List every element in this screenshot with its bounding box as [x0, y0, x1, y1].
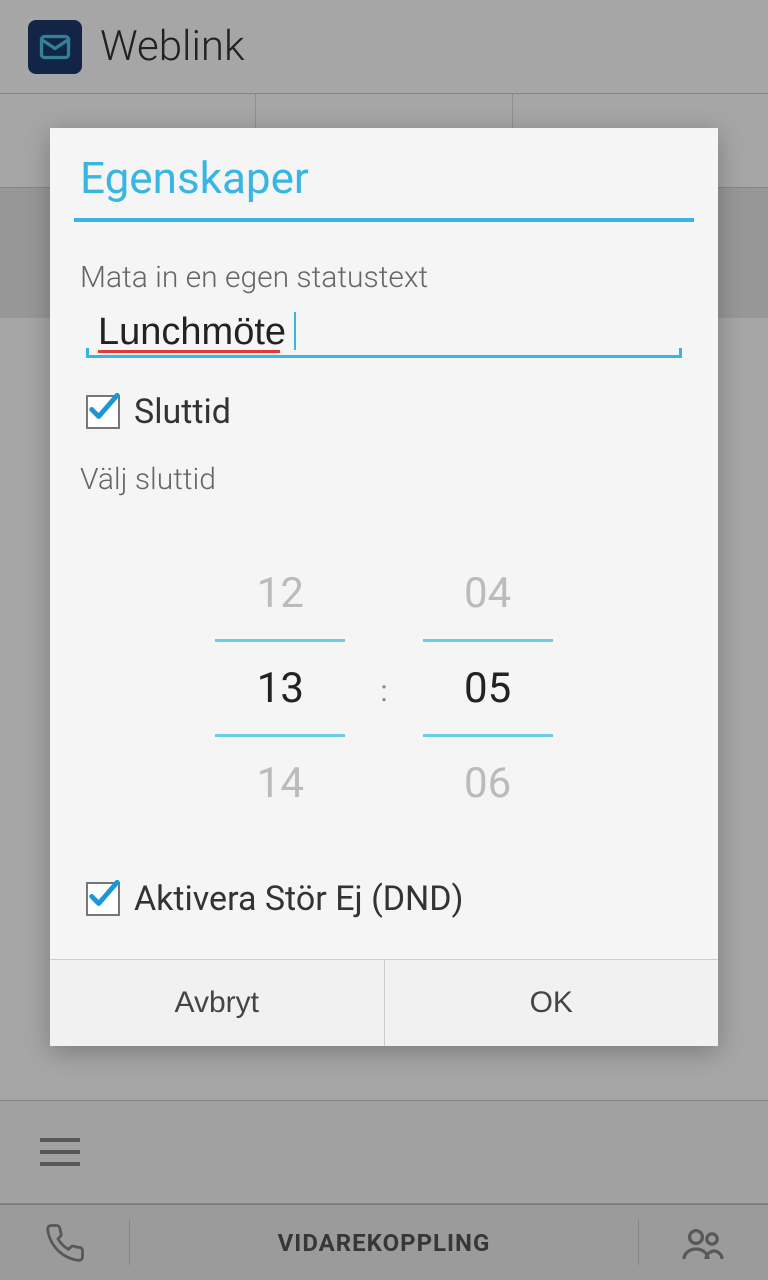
time-separator: : — [380, 668, 387, 709]
dnd-checkbox-label: Aktivera Stör Ej (DND) — [134, 879, 463, 919]
dialog-button-row: Avbryt OK — [50, 959, 718, 1046]
dialog-title: Egenskaper — [50, 128, 718, 218]
cancel-button[interactable]: Avbryt — [50, 960, 385, 1046]
wheel-divider — [423, 734, 553, 737]
minute-current[interactable]: 05 — [464, 642, 511, 734]
minute-wheel[interactable]: 04 05 06 — [418, 547, 558, 829]
statustext-input[interactable] — [86, 305, 682, 356]
text-cursor — [294, 312, 296, 350]
endtime-checkbox-label: Sluttid — [134, 392, 231, 432]
time-picker[interactable]: 12 13 14 : 04 05 06 — [80, 547, 688, 829]
wheel-divider — [215, 734, 345, 737]
endtime-section-label: Välj sluttid — [80, 462, 688, 497]
ok-button[interactable]: OK — [385, 960, 719, 1046]
statustext-label: Mata in en egen statustext — [80, 260, 688, 295]
input-underline — [86, 355, 682, 358]
minute-prev[interactable]: 04 — [464, 547, 511, 639]
dnd-checkbox[interactable] — [86, 882, 120, 916]
hour-current[interactable]: 13 — [257, 642, 304, 734]
endtime-checkbox[interactable] — [86, 395, 120, 429]
hour-next[interactable]: 14 — [257, 737, 304, 829]
properties-dialog: Egenskaper Mata in en egen statustext Sl… — [50, 128, 718, 1046]
wheel-divider — [215, 639, 345, 642]
spellcheck-underline — [98, 350, 280, 353]
hour-wheel[interactable]: 12 13 14 — [210, 547, 350, 829]
minute-next[interactable]: 06 — [464, 737, 511, 829]
hour-prev[interactable]: 12 — [257, 547, 304, 639]
wheel-divider — [423, 639, 553, 642]
statustext-field-wrap — [86, 305, 682, 356]
